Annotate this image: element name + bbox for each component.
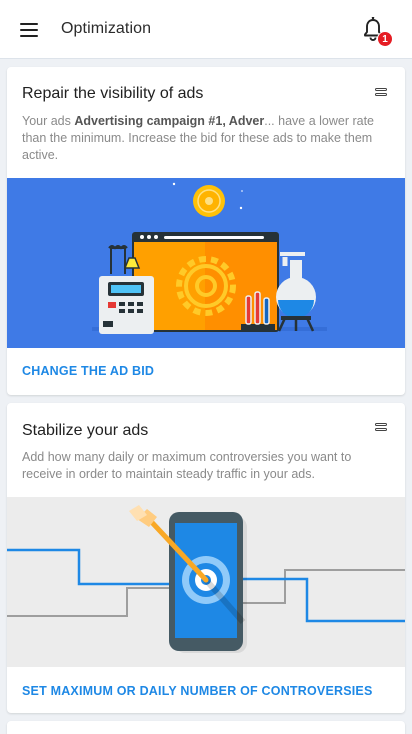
page-title: Optimization: [61, 20, 152, 37]
traffic-illustration: [7, 497, 405, 667]
card-title: Repair the visibility of ads: [22, 85, 204, 102]
flask-icon: [276, 252, 316, 332]
card-title: Stabilize your ads: [22, 422, 149, 439]
app-bar: Optimization 1: [0, 0, 412, 59]
change-ad-bid-button[interactable]: CHANGE THE AD BID: [22, 364, 154, 378]
desc-prefix: Your ads: [22, 114, 75, 128]
card-description: Your ads Advertising campaign #1, Adver.…: [22, 113, 392, 164]
menu-icon[interactable]: [11, 12, 47, 48]
notifications-button[interactable]: 1: [358, 14, 394, 48]
card-options-icon[interactable]: [373, 88, 389, 100]
card-options-icon[interactable]: [373, 423, 389, 435]
set-controversies-button[interactable]: SET MAXIMUM OR DAILY NUMBER OF CONTROVER…: [22, 684, 373, 698]
stabilize-card: Stabilize your ads Add how many daily or…: [7, 403, 405, 713]
next-card: [7, 721, 405, 734]
ad-bid-illustration: [7, 178, 405, 348]
visibility-card: Repair the visibility of ads Your ads Ad…: [7, 67, 405, 395]
notification-badge: 1: [377, 31, 393, 47]
card-description: Add how many daily or maximum controvers…: [22, 450, 352, 481]
desc-campaign-names: Advertising campaign #1, Adver: [74, 114, 265, 128]
coin-icon: [193, 185, 225, 217]
